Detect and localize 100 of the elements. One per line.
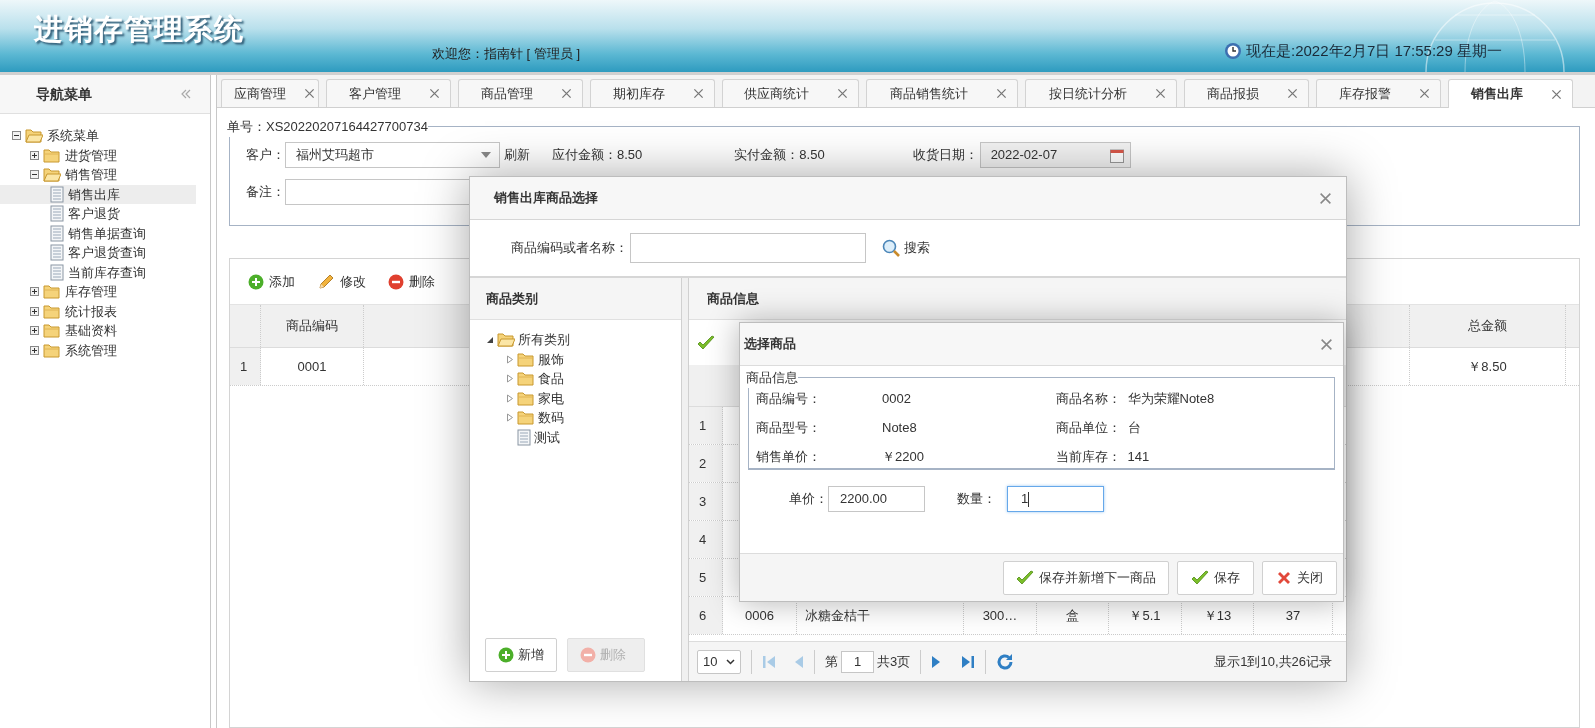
record-summary: 显示1到10,共26记录	[1214, 652, 1332, 671]
nav-title: 导航菜单	[36, 84, 92, 104]
close-icon[interactable]	[837, 88, 848, 99]
refresh-icon[interactable]	[996, 652, 1015, 671]
tree-item[interactable]: 库存管理	[0, 282, 196, 302]
folder-icon	[43, 147, 61, 163]
price-field[interactable]: 2200.00	[828, 486, 925, 512]
tree-item[interactable]: 食品	[470, 369, 681, 389]
last-page-icon[interactable]	[961, 653, 976, 670]
expand-icon[interactable]	[30, 326, 39, 336]
row-number: 2	[689, 445, 723, 482]
toolbar-button[interactable]: 添加	[248, 271, 295, 292]
close-icon[interactable]	[1551, 88, 1562, 100]
collapse-sidebar-icon[interactable]	[180, 88, 192, 100]
chevron-down-icon	[726, 658, 735, 665]
minus-icon	[388, 273, 404, 290]
plus-icon	[498, 647, 514, 663]
tree-item[interactable]: 系统菜单	[0, 126, 196, 146]
table-cell: 0001	[261, 348, 364, 385]
row-number: 6	[689, 597, 723, 634]
expand-icon[interactable]	[30, 345, 39, 355]
tab[interactable]: 供应商统计	[722, 79, 859, 107]
open-folder-icon	[497, 332, 515, 348]
tab[interactable]: 商品管理	[458, 79, 583, 107]
close-icon[interactable]	[1155, 88, 1166, 99]
document-icon	[50, 224, 64, 242]
document-icon	[50, 205, 64, 223]
column-header: 总金额	[1409, 305, 1566, 347]
tree-item[interactable]: 销售出库	[0, 184, 196, 204]
tree-item[interactable]: 测试	[470, 427, 681, 447]
folder-icon	[517, 351, 535, 367]
close-icon[interactable]	[693, 88, 704, 99]
search-button[interactable]: 搜索	[882, 238, 930, 258]
expand-icon[interactable]	[30, 150, 39, 160]
close-icon[interactable]	[1419, 88, 1430, 99]
dropdown-caret-icon	[481, 152, 491, 158]
category-button[interactable]: 新增	[485, 638, 557, 672]
info-label: 商品名称：	[1055, 389, 1122, 408]
expand-icon[interactable]	[30, 306, 39, 316]
info-label: 商品型号：	[756, 418, 822, 437]
row-number: 1	[689, 407, 723, 444]
dialog-button[interactable]: 保存并新增下一商品	[1003, 560, 1169, 595]
tree-item[interactable]: 数码	[470, 408, 681, 428]
tree-item[interactable]: 服饰	[470, 349, 681, 369]
pencil-icon	[317, 272, 335, 291]
app-title: 进销存管理系统	[34, 13, 244, 45]
check-icon	[1016, 569, 1034, 586]
search-label: 商品编码或者名称：	[511, 239, 628, 258]
page-size-select[interactable]: 10	[697, 649, 741, 674]
tab[interactable]: 商品报损	[1184, 79, 1309, 107]
tree-item[interactable]: 客户退货查询	[0, 243, 196, 263]
close-icon[interactable]	[561, 88, 572, 99]
toolbar-button[interactable]: 删除	[388, 271, 435, 292]
date-field[interactable]: 2022-02-07	[979, 142, 1131, 168]
paid-amount: 实付金额：8.50	[734, 146, 825, 165]
tree-item[interactable]: 系统管理	[0, 340, 196, 360]
dialog-button[interactable]: 关闭	[1262, 560, 1337, 595]
order-number: 单号：XS20220207164427700734	[227, 119, 428, 134]
close-icon[interactable]	[996, 88, 1007, 99]
check-icon	[697, 334, 715, 351]
collapse-icon[interactable]	[12, 131, 21, 141]
expanded-arrow-icon[interactable]	[486, 335, 494, 344]
close-icon[interactable]	[304, 88, 315, 99]
info-value: 141	[1127, 447, 1150, 466]
tree-item[interactable]: 统计报表	[0, 301, 196, 321]
tree-item[interactable]: 当前库存查询	[0, 262, 196, 282]
quantity-field[interactable]: 1	[1007, 486, 1104, 512]
customer-select[interactable]: 福州艾玛超市	[285, 142, 500, 168]
tab[interactable]: 销售出库	[1448, 79, 1573, 108]
plus-icon	[248, 273, 264, 290]
tab[interactable]: 客户管理	[326, 79, 451, 107]
tab[interactable]: 库存报警	[1316, 79, 1441, 107]
dialog-button[interactable]: 保存	[1177, 560, 1254, 595]
tree-item[interactable]: 销售单据查询	[0, 223, 196, 243]
tree-item[interactable]: 进货管理	[0, 145, 196, 165]
tab[interactable]: 商品销售统计	[866, 79, 1018, 107]
panel-title: 商品信息	[707, 289, 759, 308]
close-icon[interactable]	[1287, 88, 1298, 99]
tree-item[interactable]: 基础资料	[0, 321, 196, 341]
tree-item[interactable]: 家电	[470, 388, 681, 408]
page-label: 第	[825, 652, 838, 671]
close-icon[interactable]	[1320, 337, 1333, 351]
info-value: 台	[1127, 418, 1141, 437]
expand-icon[interactable]	[30, 287, 39, 297]
close-icon[interactable]	[429, 88, 440, 99]
refresh-link[interactable]: 刷新	[504, 145, 530, 165]
tab[interactable]: 期初库存	[590, 79, 715, 107]
tab[interactable]: 按日统计分析	[1025, 79, 1177, 107]
collapse-icon[interactable]	[30, 170, 39, 180]
info-value: Note8	[882, 418, 917, 437]
tab[interactable]: 应商管理	[221, 79, 319, 107]
tree-item[interactable]: 客户退货	[0, 204, 196, 224]
remark-label: 备注：	[245, 183, 285, 202]
page-number-field[interactable]: 1	[841, 650, 874, 673]
toolbar-button[interactable]: 修改	[317, 271, 366, 292]
close-icon[interactable]	[1319, 191, 1332, 205]
tree-item[interactable]: 所有类别	[470, 330, 681, 350]
next-page-icon[interactable]	[931, 653, 942, 670]
search-field[interactable]	[630, 233, 866, 263]
tree-item[interactable]: 销售管理	[0, 165, 196, 185]
